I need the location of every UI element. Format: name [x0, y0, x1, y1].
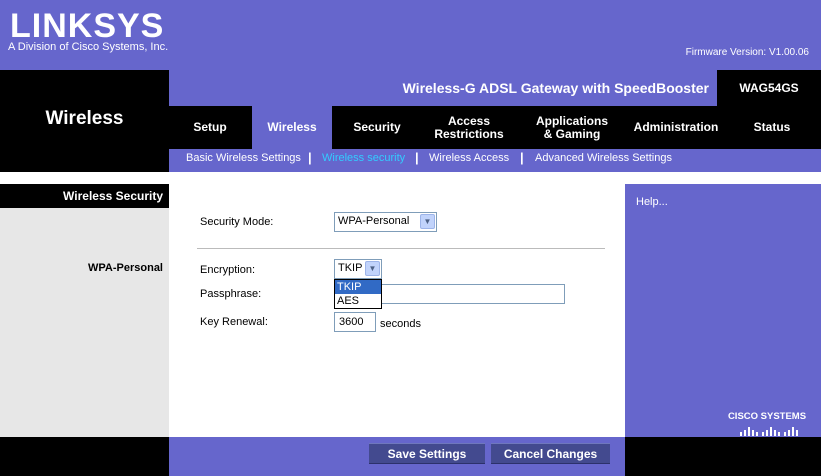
tab-security[interactable]: Security	[346, 106, 408, 149]
encryption-option-aes[interactable]: AES	[335, 294, 381, 308]
security-mode-select[interactable]: WPA-Personal ▼	[334, 212, 437, 232]
save-settings-button[interactable]: Save Settings	[369, 443, 485, 464]
brand-subtitle: A Division of Cisco Systems, Inc.	[8, 41, 169, 53]
svg-text:CISCO SYSTEMS: CISCO SYSTEMS	[728, 411, 806, 422]
linksys-logo: LINKSYS	[10, 7, 164, 42]
cancel-changes-button[interactable]: Cancel Changes	[491, 443, 610, 464]
subnav-advanced-wireless-settings[interactable]: Advanced Wireless Settings	[535, 152, 672, 164]
help-panel	[625, 184, 821, 437]
tab-administration[interactable]: Administration	[628, 106, 724, 149]
left-panel-title: Wireless Security	[63, 189, 163, 203]
subnav-separator: |	[520, 150, 524, 165]
encryption-select[interactable]: TKIP ▼	[334, 259, 382, 279]
model-number: WAG54GS	[739, 81, 799, 95]
chevron-down-icon[interactable]: ▼	[365, 261, 380, 276]
subnav-basic-wireless-settings[interactable]: Basic Wireless Settings	[186, 152, 301, 164]
key-renewal-label: Key Renewal:	[200, 316, 268, 328]
passphrase-label: Passphrase:	[200, 288, 262, 300]
security-mode-label: Security Mode:	[200, 216, 274, 228]
footer-left	[0, 437, 169, 476]
subnav-separator: |	[308, 150, 312, 165]
tab-applications-gaming[interactable]: Applications & Gaming	[528, 106, 616, 149]
cisco-systems-logo: CISCO SYSTEMS	[728, 411, 806, 436]
subnav-wireless-access[interactable]: Wireless Access	[429, 152, 509, 164]
chevron-down-icon[interactable]: ▼	[420, 214, 435, 229]
left-spacer	[0, 172, 169, 184]
encryption-option-tkip[interactable]: TKIP	[335, 280, 381, 294]
encryption-value: TKIP	[338, 262, 363, 274]
key-renewal-input[interactable]: 3600	[334, 312, 376, 332]
tab-wireless[interactable]: Wireless	[252, 106, 332, 149]
left-panel	[0, 184, 169, 437]
footer-right	[625, 437, 821, 476]
key-renewal-unit: seconds	[380, 318, 421, 330]
svg-text:LINKSYS: LINKSYS	[10, 7, 164, 42]
form-divider	[197, 248, 605, 249]
tab-setup[interactable]: Setup	[182, 106, 238, 149]
right-spacer	[625, 172, 821, 184]
left-panel-subtitle: WPA-Personal	[88, 262, 163, 274]
encryption-label: Encryption:	[200, 264, 256, 276]
tab-access-restrictions[interactable]: Access Restrictions	[428, 106, 510, 149]
security-mode-value: WPA-Personal	[338, 215, 410, 227]
product-name: Wireless-G ADSL Gateway with SpeedBooste…	[402, 80, 709, 96]
subnav-wireless-security[interactable]: Wireless security	[322, 152, 405, 164]
help-link[interactable]: Help...	[636, 196, 668, 208]
tab-status[interactable]: Status	[744, 106, 800, 149]
subnav-separator: |	[415, 150, 419, 165]
section-title: Wireless	[45, 108, 124, 129]
firmware-version: Firmware Version: V1.00.06	[685, 47, 809, 58]
